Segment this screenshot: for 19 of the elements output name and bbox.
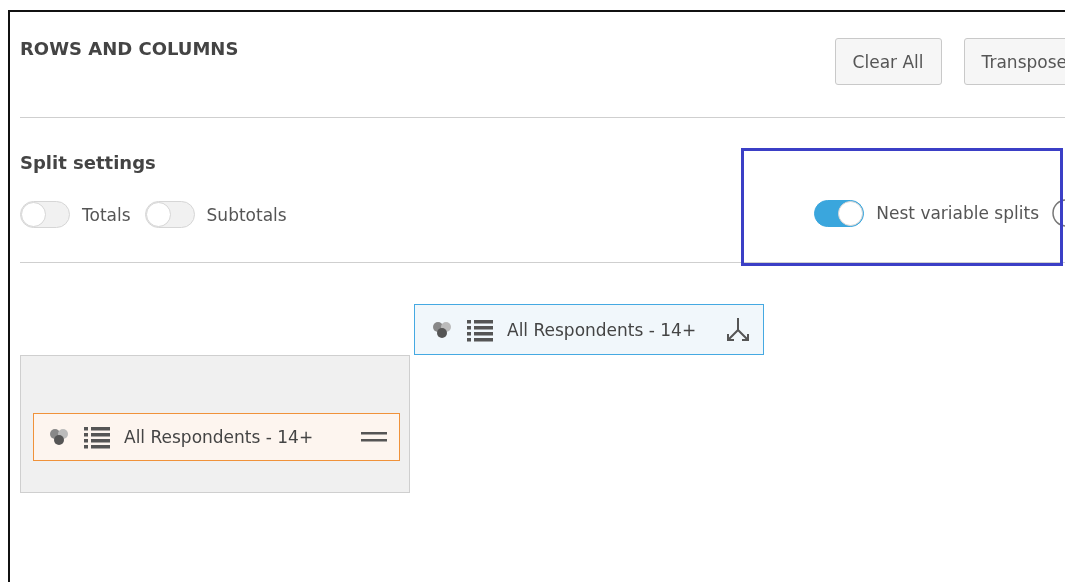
toggle-label: Totals — [82, 204, 131, 225]
toggle-label: Nest variable splits — [876, 203, 1039, 223]
split-arrow-icon[interactable] — [725, 316, 751, 343]
circles-icon — [431, 319, 453, 340]
circles-icon — [48, 427, 70, 447]
list-icon — [467, 317, 493, 342]
row-chip[interactable]: All Respondents - 14+ — [33, 413, 400, 461]
chip-label: All Respondents - 14+ — [124, 427, 315, 447]
list-icon — [84, 425, 110, 449]
drag-handle-icon[interactable] — [361, 431, 387, 443]
toggle-label: Subtotals — [206, 204, 287, 225]
column-chip[interactable]: All Respondents - 14+ — [414, 304, 764, 355]
toggle-switch[interactable] — [144, 201, 195, 228]
toggle-switch[interactable] — [20, 201, 70, 228]
section-title: Split settings — [20, 152, 157, 173]
clear-all-button[interactable]: Clear All — [834, 38, 942, 85]
panel-title: ROWS AND COLUMNS — [20, 38, 239, 59]
toggle-switch[interactable] — [814, 199, 865, 227]
chip-label: All Respondents - 14+ — [507, 319, 698, 340]
